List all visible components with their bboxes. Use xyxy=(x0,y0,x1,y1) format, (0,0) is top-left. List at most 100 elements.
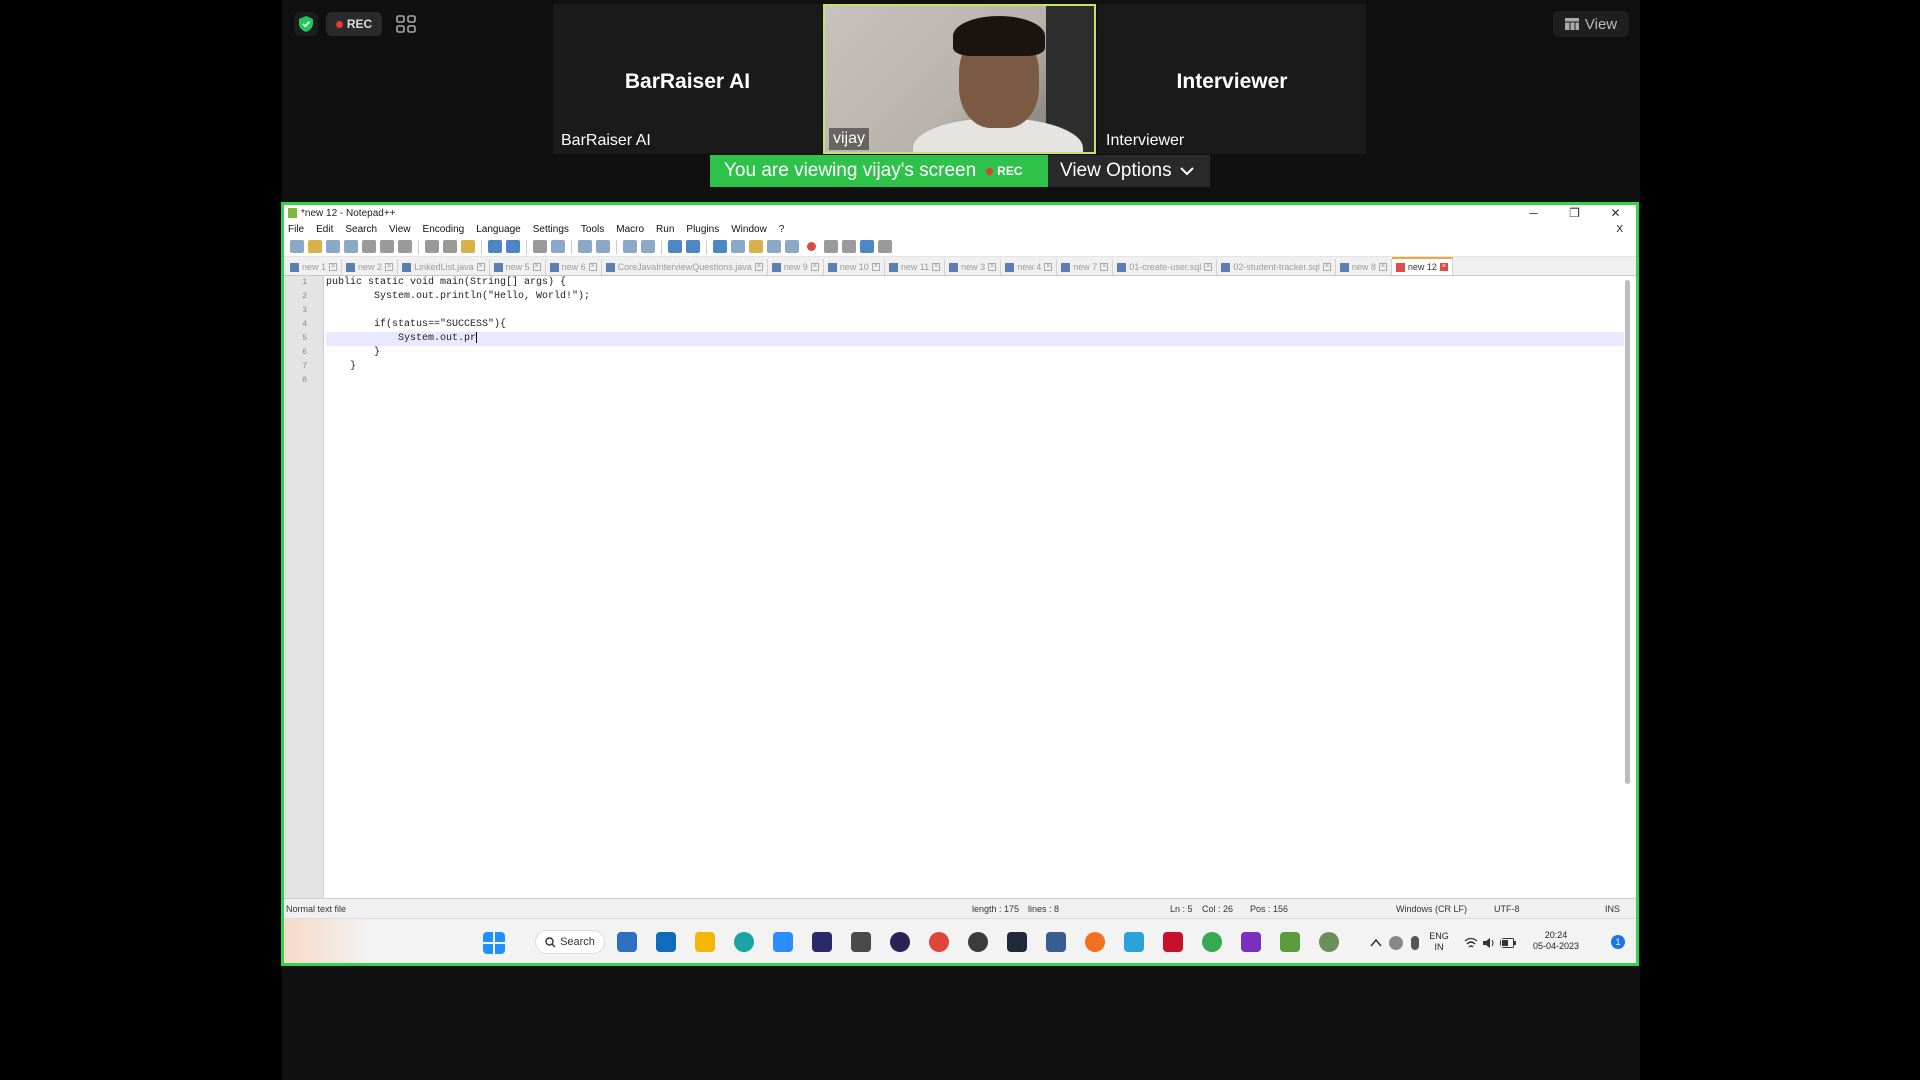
find-icon[interactable] xyxy=(533,240,547,253)
tab-corejava[interactable]: CoreJavaInterviewQuestions.java × xyxy=(602,259,768,275)
play-macro-icon[interactable] xyxy=(842,240,856,253)
wifi-icon[interactable] xyxy=(1464,937,1478,949)
menu-view[interactable]: View xyxy=(389,224,418,235)
tab-close-icon[interactable]: × xyxy=(329,263,338,271)
cut-icon[interactable] xyxy=(425,240,439,253)
tab-new-6[interactable]: new 6 × xyxy=(546,259,602,275)
tab-new-9[interactable]: new 9 × xyxy=(768,259,824,275)
chrome-profile-icon[interactable] xyxy=(1202,932,1222,952)
record-macro-icon[interactable] xyxy=(807,242,816,251)
sync-horizontal-icon[interactable] xyxy=(641,240,655,253)
battery-icon[interactable] xyxy=(1500,938,1516,948)
save-all-icon[interactable] xyxy=(344,240,358,253)
open-file-icon[interactable] xyxy=(308,240,322,253)
remote-desktop-icon[interactable] xyxy=(1046,932,1066,952)
save-icon[interactable] xyxy=(326,240,340,253)
redo-icon[interactable] xyxy=(506,240,520,253)
menu-window[interactable]: Window xyxy=(731,224,774,235)
tab-close-icon[interactable]: × xyxy=(871,263,880,271)
tab-create-user-sql[interactable]: 01-create-user.sql × xyxy=(1113,259,1218,275)
tab-close-icon[interactable]: × xyxy=(988,263,997,271)
tab-linkedlist[interactable]: LinkedList.java × xyxy=(398,259,490,275)
tab-close-icon[interactable]: × xyxy=(476,263,485,271)
participant-tile-barraiser[interactable]: BarRaiser AI BarRaiser AI xyxy=(553,4,822,154)
recording-indicator[interactable]: REC xyxy=(326,12,382,36)
participant-tile-interviewer[interactable]: Interviewer Interviewer xyxy=(1098,4,1366,154)
status-encoding[interactable]: UTF-8 xyxy=(1494,904,1520,914)
tab-close-icon[interactable]: × xyxy=(1439,263,1448,271)
menu-edit[interactable]: Edit xyxy=(316,224,340,235)
close-file-icon[interactable] xyxy=(362,240,376,253)
terminal-icon[interactable] xyxy=(1007,932,1027,952)
tab-new-10[interactable]: new 10 × xyxy=(824,259,885,275)
restore-button[interactable]: ❐ xyxy=(1554,206,1595,220)
run-macro-multiple-icon[interactable] xyxy=(860,240,874,253)
status-eol[interactable]: Windows (CR LF) xyxy=(1396,904,1467,914)
close-document-button[interactable]: X xyxy=(1616,224,1630,235)
sublime-text-icon[interactable] xyxy=(851,932,871,952)
tab-close-icon[interactable]: × xyxy=(754,263,763,271)
zoom-app-icon[interactable] xyxy=(773,932,793,952)
word-wrap-icon[interactable] xyxy=(668,240,682,253)
tab-new-12[interactable]: new 12 × xyxy=(1391,257,1453,275)
edge-browser-icon[interactable] xyxy=(734,932,754,952)
paste-icon[interactable] xyxy=(461,240,475,253)
tab-close-icon[interactable]: × xyxy=(810,263,819,271)
menu-tools[interactable]: Tools xyxy=(581,224,611,235)
tab-close-icon[interactable]: × xyxy=(1378,263,1387,271)
replace-icon[interactable] xyxy=(551,240,565,253)
vertical-scrollbar[interactable] xyxy=(1625,280,1630,784)
tab-close-icon[interactable]: × xyxy=(932,263,941,271)
function-list-icon[interactable] xyxy=(749,240,763,253)
task-view-icon[interactable] xyxy=(617,932,637,952)
doc-map-icon[interactable] xyxy=(731,240,745,253)
onenote-icon[interactable] xyxy=(1241,932,1261,952)
notepad-plus-plus-icon[interactable] xyxy=(1280,932,1300,952)
tab-new-7[interactable]: new 7 × xyxy=(1057,259,1114,275)
menu-plugins[interactable]: Plugins xyxy=(686,224,726,235)
tab-new-1[interactable]: new 1 × xyxy=(286,259,343,275)
tab-close-icon[interactable]: × xyxy=(385,263,394,271)
system-clock[interactable]: 20:24 05-04-2023 xyxy=(1524,930,1588,952)
menu-run[interactable]: Run xyxy=(656,224,681,235)
undo-icon[interactable] xyxy=(488,240,502,253)
taskbar-widget-area[interactable] xyxy=(284,919,374,963)
mcafee-icon[interactable] xyxy=(1163,932,1183,952)
minimize-button[interactable]: ─ xyxy=(1513,206,1554,220)
chevron-up-icon[interactable] xyxy=(1370,937,1382,949)
stop-macro-icon[interactable] xyxy=(824,240,838,253)
eclipse-icon[interactable] xyxy=(890,932,910,952)
tab-new-3[interactable]: new 3 × xyxy=(945,259,1002,275)
notification-badge[interactable]: 1 xyxy=(1611,935,1625,949)
windows-start-icon[interactable] xyxy=(483,932,505,954)
menu-encoding[interactable]: Encoding xyxy=(423,224,472,235)
sync-icon[interactable] xyxy=(1389,936,1403,950)
chrome-icon[interactable] xyxy=(929,932,949,952)
menu-language[interactable]: Language xyxy=(476,224,528,235)
tab-close-icon[interactable]: × xyxy=(1204,263,1213,271)
menu-settings[interactable]: Settings xyxy=(533,224,576,235)
settings-app-icon[interactable] xyxy=(1319,932,1339,952)
tab-new-5[interactable]: new 5 × xyxy=(490,259,546,275)
copy-icon[interactable] xyxy=(443,240,457,253)
close-button[interactable]: ✕ xyxy=(1595,206,1636,220)
tab-close-icon[interactable]: × xyxy=(532,263,541,271)
chrome-alt-profile-icon[interactable] xyxy=(968,932,988,952)
monitoring-icon[interactable] xyxy=(785,240,799,253)
tab-new-2[interactable]: new 2 × xyxy=(342,259,399,275)
menu-help[interactable]: ? xyxy=(779,224,792,235)
sourcetree-icon[interactable] xyxy=(1124,932,1144,952)
volume-icon[interactable] xyxy=(1482,937,1496,949)
tab-close-icon[interactable]: × xyxy=(1322,263,1331,271)
tab-new-11[interactable]: new 11 × xyxy=(885,259,946,275)
tab-student-tracker-sql[interactable]: 02-student-tracker.sql × xyxy=(1217,259,1336,275)
zoom-out-icon[interactable] xyxy=(596,240,610,253)
outlook-icon[interactable] xyxy=(656,932,676,952)
new-file-icon[interactable] xyxy=(290,240,304,253)
postman-icon[interactable] xyxy=(1085,932,1105,952)
menu-macro[interactable]: Macro xyxy=(616,224,651,235)
gallery-grid-icon[interactable] xyxy=(392,12,420,36)
view-button[interactable]: View xyxy=(1553,11,1629,37)
code-area[interactable]: public static void main(String[] args) {… xyxy=(326,276,1624,898)
zoom-in-icon[interactable] xyxy=(578,240,592,253)
